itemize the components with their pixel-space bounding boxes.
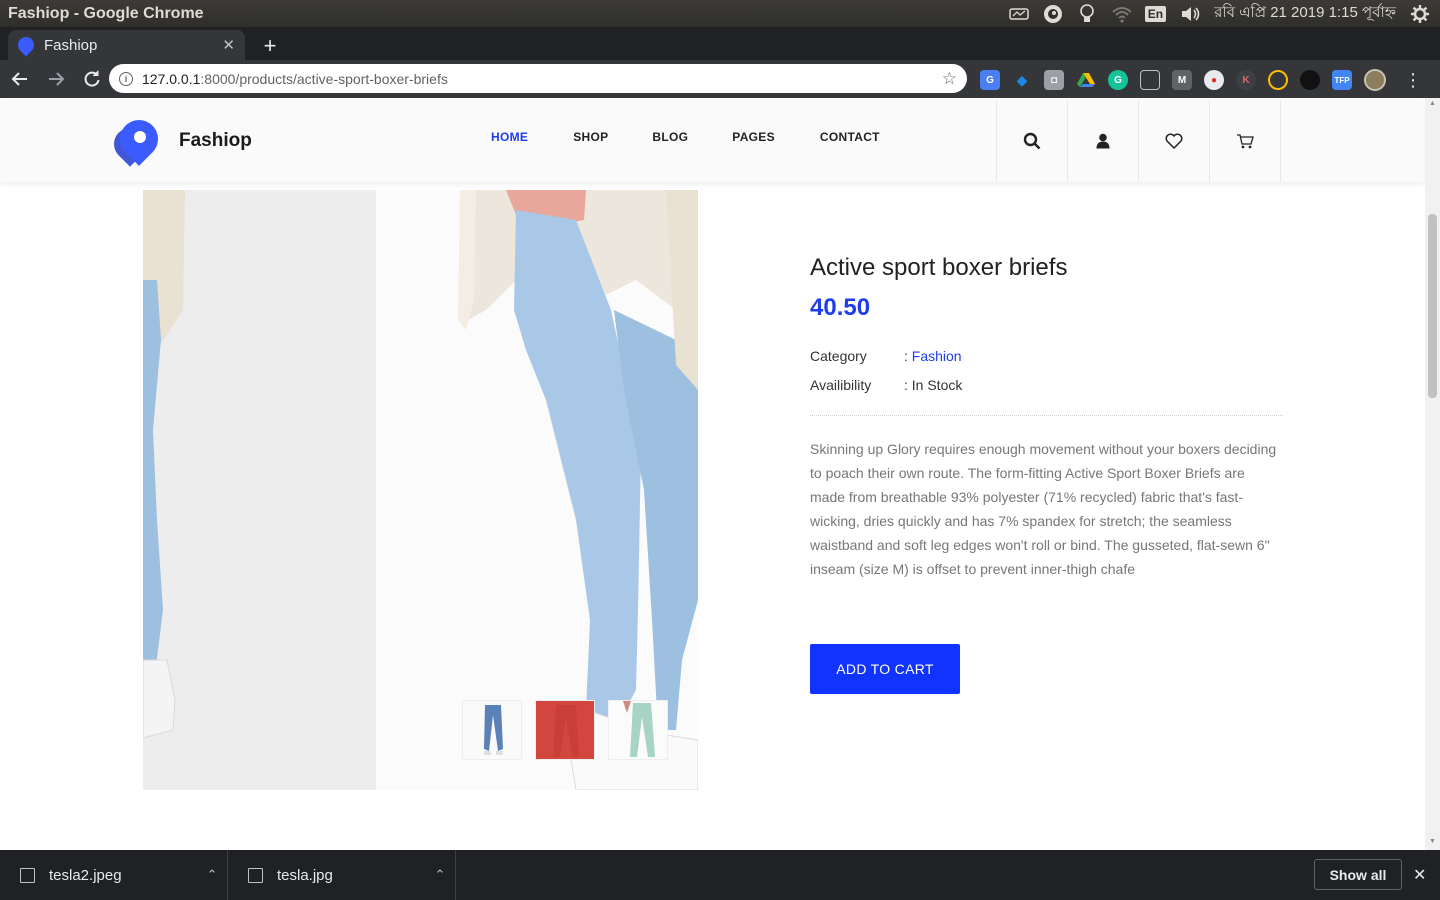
scrollbar-thumb[interactable] xyxy=(1428,214,1437,398)
product-image-gallery xyxy=(143,190,698,790)
browser-toolbar: i 127.0.0.1:8000/products/active-sport-b… xyxy=(0,60,1440,98)
record-icon[interactable]: ● xyxy=(1204,70,1224,90)
thumbnail-mint-pants[interactable] xyxy=(608,700,668,760)
download-filename: tesla2.jpeg xyxy=(49,866,122,884)
dropbox-icon[interactable]: ◆ xyxy=(1012,70,1032,90)
close-icon[interactable]: ✕ xyxy=(1413,865,1426,885)
nav-blog[interactable]: BLOG xyxy=(652,130,688,144)
address-bar[interactable]: i 127.0.0.1:8000/products/active-sport-b… xyxy=(109,64,967,93)
main-nav: HOME SHOP BLOG PAGES CONTACT xyxy=(491,130,880,144)
site-header: Fashiop HOME SHOP BLOG PAGES CONTACT xyxy=(0,100,1425,182)
product-meta: Category : Fashion Availibility : In Sto… xyxy=(810,341,1283,399)
bookmark-star-icon[interactable]: ☆ xyxy=(942,69,957,89)
web-page: Fashiop HOME SHOP BLOG PAGES CONTACT Act… xyxy=(0,98,1440,850)
browser-menu-icon[interactable]: ⋮ xyxy=(1404,70,1422,91)
add-to-cart-button[interactable]: ADD TO CART xyxy=(810,644,960,694)
back-arrow-icon[interactable] xyxy=(4,63,36,95)
category-row: Category : Fashion xyxy=(810,341,1283,370)
search-extension-icon[interactable] xyxy=(1268,70,1288,90)
user-icon[interactable] xyxy=(1068,100,1139,182)
google-drive-icon[interactable] xyxy=(1076,70,1096,90)
system-tray: En রবি এপ্রি 21 2019 1:15 পূর্বাহ্ন xyxy=(1008,1,1440,26)
category-label: Category xyxy=(810,347,867,364)
dark-circle-extension-icon[interactable] xyxy=(1300,70,1320,90)
drive-icon[interactable] xyxy=(1008,5,1029,23)
os-top-bar: Fashiop - Google Chrome En রবি এপ্রি 21 … xyxy=(0,0,1440,27)
header-actions xyxy=(996,100,1281,182)
google-translate-icon[interactable]: G xyxy=(980,70,1000,90)
thumbnail-blue-jeans[interactable] xyxy=(462,700,522,760)
download-filename: tesla.jpg xyxy=(277,866,333,884)
volume-icon[interactable] xyxy=(1180,5,1200,23)
lightbulb-icon[interactable] xyxy=(1077,3,1097,23)
page-scrollbar[interactable]: ▲ ▼ xyxy=(1425,98,1440,850)
chevron-up-icon[interactable]: ⌃ xyxy=(425,867,455,883)
nav-shop[interactable]: SHOP xyxy=(573,130,608,144)
file-icon xyxy=(20,867,35,883)
show-all-downloads-button[interactable]: Show all xyxy=(1314,859,1402,890)
availability-label: Availibility xyxy=(810,376,872,393)
window-title: Fashiop - Google Chrome xyxy=(8,4,204,22)
wifi-icon[interactable] xyxy=(1111,5,1131,23)
chevron-up-icon[interactable]: ⌃ xyxy=(197,867,227,883)
logo-pin-icon xyxy=(107,112,166,167)
product-price: 40.50 xyxy=(810,294,871,321)
product-description: Skinning up Glory requires enough moveme… xyxy=(810,441,1277,577)
scroll-down-arrow-icon[interactable]: ▼ xyxy=(1428,838,1437,848)
category-value: : Fashion xyxy=(904,347,962,364)
pocket-icon[interactable] xyxy=(1140,70,1160,90)
brand-name: Fashiop xyxy=(179,130,252,151)
nav-contact[interactable]: CONTACT xyxy=(820,130,880,144)
download-shelf: tesla2.jpeg ⌃ tesla.jpg ⌃ Show all ✕ xyxy=(0,850,1440,900)
forward-arrow-icon[interactable] xyxy=(40,63,72,95)
thumbnail-red-pants[interactable] xyxy=(535,700,595,760)
category-link[interactable]: Fashion xyxy=(912,348,962,364)
browser-tab-strip: Fashiop ✕ + xyxy=(0,27,1440,60)
product-title: Active sport boxer briefs xyxy=(810,254,1068,281)
nav-home[interactable]: HOME xyxy=(491,130,528,144)
tab-title: Fashiop xyxy=(44,36,98,54)
browser-tab-active[interactable]: Fashiop ✕ xyxy=(8,30,245,60)
product-image-previous xyxy=(143,190,376,790)
grammarly-icon[interactable]: G xyxy=(1108,70,1128,90)
product-thumbnails xyxy=(462,700,668,760)
profile-avatar[interactable] xyxy=(1364,69,1386,91)
reload-icon[interactable] xyxy=(76,63,108,95)
new-tab-button[interactable]: + xyxy=(256,32,284,60)
search-icon[interactable] xyxy=(997,100,1068,182)
url-path: :8000/products/active-sport-boxer-briefs xyxy=(200,70,448,87)
tfp-extension-icon[interactable]: TFP xyxy=(1332,70,1352,90)
extensions-area: G ◆ ◘ G M ● K TFP ⋮ xyxy=(980,69,1422,91)
cart-icon[interactable] xyxy=(1210,100,1281,182)
product-details: Active sport boxer briefs 40.50 Category… xyxy=(810,254,1283,581)
nav-pages[interactable]: PAGES xyxy=(732,130,775,144)
divider xyxy=(810,415,1283,416)
file-icon xyxy=(248,867,263,883)
favicon-icon xyxy=(14,33,38,57)
tab-close-icon[interactable]: ✕ xyxy=(222,36,235,54)
url-host: 127.0.0.1 xyxy=(142,70,201,87)
download-item[interactable]: tesla2.jpeg ⌃ xyxy=(0,850,228,900)
availability-text: In Stock xyxy=(911,376,963,393)
gmail-icon[interactable]: M xyxy=(1172,70,1192,90)
clock[interactable]: রবি এপ্রি 21 2019 1:15 পূর্বাহ্ন xyxy=(1214,1,1396,26)
site-info-icon[interactable]: i xyxy=(119,71,133,86)
eye-icon[interactable] xyxy=(1043,4,1063,23)
site-logo[interactable]: Fashiop xyxy=(107,112,252,167)
download-item[interactable]: tesla.jpg ⌃ xyxy=(228,850,456,900)
settings-gear-icon[interactable] xyxy=(1410,4,1430,23)
scroll-up-arrow-icon[interactable]: ▲ xyxy=(1428,100,1437,110)
wishlist-heart-icon[interactable] xyxy=(1139,100,1210,182)
availability-row: Availibility : In Stock xyxy=(810,370,1283,399)
k-extension-icon[interactable]: K xyxy=(1236,70,1256,90)
camera-icon[interactable]: ◘ xyxy=(1044,70,1064,90)
availability-value: : In Stock xyxy=(904,376,963,393)
keyboard-layout-indicator[interactable]: En xyxy=(1144,5,1167,22)
